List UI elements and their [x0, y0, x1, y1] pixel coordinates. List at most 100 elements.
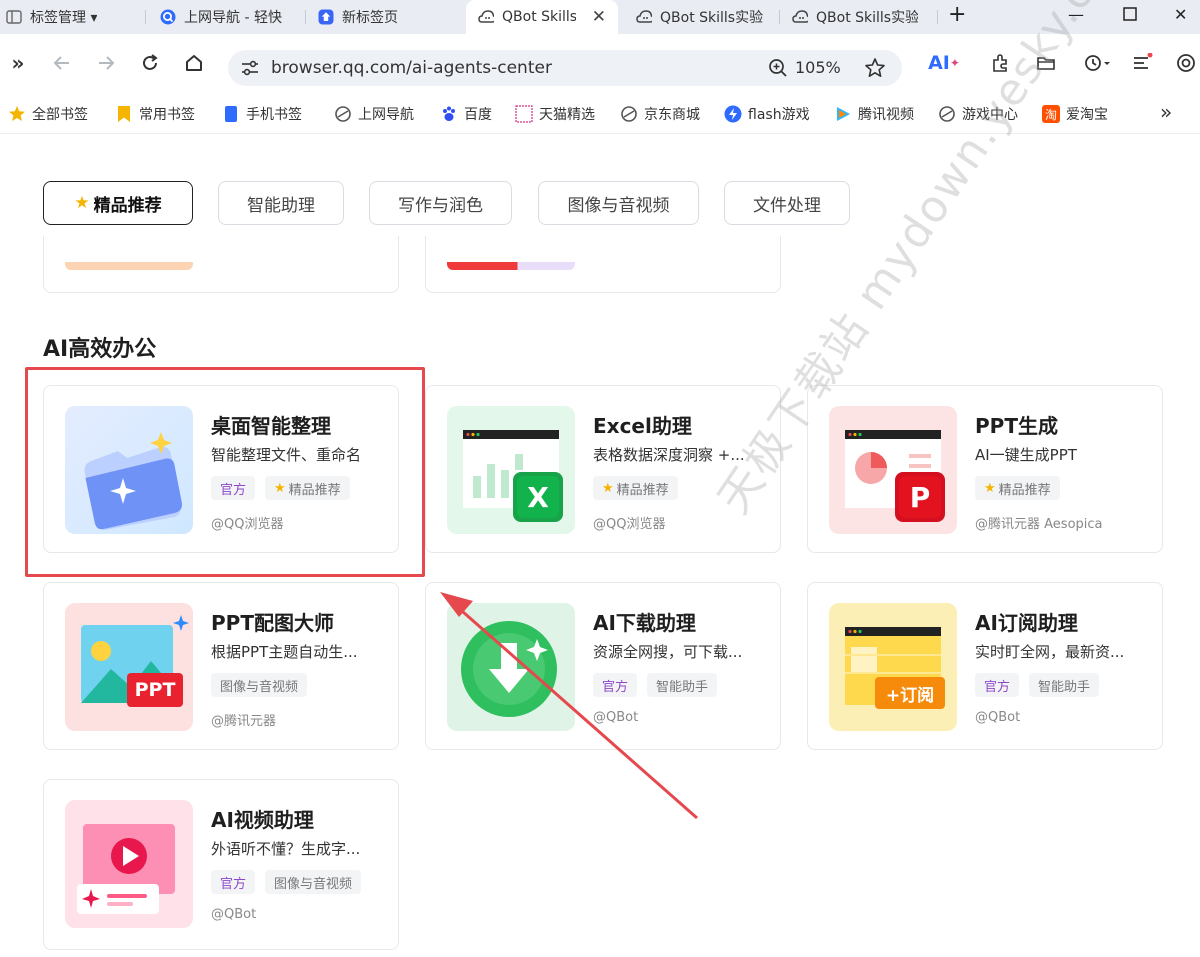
- skill-card[interactable]: AI下载助理资源全网搜，可下载... 官方 智能助手 @QBot: [425, 582, 781, 750]
- bookmark-item[interactable]: 天猫精选: [515, 104, 595, 124]
- previous-card-partial[interactable]: [425, 236, 781, 293]
- more-bookmarks-icon[interactable]: »: [1160, 100, 1172, 124]
- tag-text: 官方: [220, 876, 247, 892]
- flash-icon: [724, 105, 742, 123]
- card-author: @QBot: [211, 907, 257, 922]
- card-description: 资源全网搜，可下载...: [593, 643, 743, 661]
- browser-tab-bar: 标签管理 ▾ 上网导航 - 轻快 新标签页 QBot Skills ✕ QBot…: [0, 0, 1200, 34]
- card-author: @QBot: [975, 710, 1021, 725]
- bookmark-item[interactable]: 淘爱淘宝: [1042, 104, 1108, 124]
- card-description: 实时盯全网，最新资...: [975, 643, 1125, 661]
- bookmark-label: 常用书签: [139, 107, 195, 123]
- bookmark-item[interactable]: 常用书签: [115, 104, 195, 124]
- category-label: 智能助理: [247, 195, 315, 216]
- tmall-icon: [515, 105, 533, 123]
- tag-badge: 智能助手: [647, 673, 718, 697]
- card-tags: 官方 智能助手: [975, 673, 1100, 697]
- card-tags: 官方 智能助手: [593, 673, 718, 697]
- bookmark-item[interactable]: 全部书签: [8, 104, 88, 124]
- new-tab-icon: [318, 9, 334, 25]
- maximize-icon[interactable]: [1123, 6, 1137, 25]
- qbot-icon: [636, 9, 652, 25]
- menu-icon[interactable]: [1130, 51, 1154, 75]
- tab-manager-icon: [6, 9, 22, 25]
- skill-card[interactable]: PPT PPT配图大师 根据PPT主题自动生... 图像与音视频 @腾讯元器: [43, 582, 399, 750]
- tencent-video-icon: [834, 105, 852, 123]
- bookmark-star-icon[interactable]: [864, 57, 886, 83]
- category-featured[interactable]: ★ 精品推荐: [43, 181, 193, 225]
- refresh-icon[interactable]: [138, 51, 162, 75]
- category-files[interactable]: 文件处理: [724, 181, 850, 225]
- bookmark-icon: [115, 105, 133, 123]
- star-icon: ★: [984, 480, 996, 496]
- tag-text: 图像与音视频: [220, 679, 299, 695]
- previous-card-partial[interactable]: [43, 236, 399, 293]
- zoom-icon[interactable]: [768, 58, 788, 82]
- tab-manager[interactable]: 标签管理 ▾: [6, 0, 136, 34]
- tab-qbot[interactable]: QBot Skills实验: [636, 0, 776, 34]
- tag-badge: 智能助手: [1029, 673, 1100, 697]
- category-label: 文件处理: [753, 195, 821, 216]
- card-title: PPT生成: [975, 414, 1058, 438]
- card-title: AI视频助理: [211, 808, 314, 832]
- q-search-icon: [160, 9, 176, 25]
- category-writing[interactable]: 写作与润色: [369, 181, 512, 225]
- tab-navigation[interactable]: 上网导航 - 轻快: [160, 0, 300, 34]
- star-icon: ★: [602, 480, 614, 496]
- sparkle-icon: ✦: [949, 56, 960, 70]
- history-icon[interactable]: [1080, 51, 1114, 75]
- bookmark-item[interactable]: 腾讯视频: [834, 104, 914, 124]
- svg-text:淘: 淘: [1045, 108, 1057, 122]
- skill-card[interactable]: AI视频助理 外语听不懂？生成字... 官方 图像与音视频 @QBot: [43, 779, 399, 950]
- bookmark-item[interactable]: 手机书签: [222, 104, 302, 124]
- skill-card[interactable]: P PPT生成 AI一键生成PPT ★ 精品推荐 @腾讯元器 Aesopica: [807, 385, 1163, 553]
- category-media[interactable]: 图像与音视频: [538, 181, 699, 225]
- sidebar-toggle-icon[interactable]: »: [6, 51, 30, 75]
- card-description: AI一键生成PPT: [975, 446, 1077, 464]
- tab-label: QBot Skills: [502, 9, 576, 25]
- highlight-box: [25, 367, 425, 577]
- tag-text: 官方: [984, 679, 1011, 695]
- account-avatar-icon[interactable]: [1174, 51, 1198, 75]
- url-text[interactable]: browser.qq.com/ai-agents-center: [271, 58, 552, 78]
- bookmark-label: 手机书签: [246, 107, 302, 123]
- tag-badge: ★ 精品推荐: [975, 476, 1060, 500]
- address-bar[interactable]: browser.qq.com/ai-agents-center 105%: [228, 50, 902, 86]
- tab-new-tab[interactable]: 新标签页: [318, 0, 458, 34]
- bookmark-item[interactable]: 上网导航: [334, 104, 414, 124]
- bookmark-item[interactable]: 京东商城: [620, 104, 700, 124]
- tab-label: 标签管理 ▾: [30, 10, 98, 26]
- bookmark-label: flash游戏: [748, 107, 810, 123]
- forward-icon[interactable]: [94, 51, 118, 75]
- card-title: AI下载助理: [593, 611, 696, 635]
- skill-card[interactable]: +订阅 AI订阅助理实时盯全网，最新资... 官方 智能助手 @QBot: [807, 582, 1163, 750]
- card-tags: 官方 图像与音视频: [211, 870, 362, 894]
- tab-label: QBot Skills实验: [816, 10, 918, 26]
- back-icon[interactable]: [50, 51, 74, 75]
- tag-text: 官方: [602, 679, 629, 695]
- qbot-icon: [792, 9, 808, 25]
- category-assistant[interactable]: 智能助理: [218, 181, 344, 225]
- ai-assistant-button[interactable]: AI ✦: [924, 51, 964, 75]
- home-icon[interactable]: [182, 51, 206, 75]
- bookmark-item[interactable]: 百度: [440, 104, 492, 124]
- taobao-icon: 淘: [1042, 105, 1060, 123]
- site-settings-icon[interactable]: [240, 59, 260, 81]
- subscribe-thumbnail-icon: +订阅: [829, 603, 957, 731]
- phone-icon: [222, 105, 240, 123]
- tab-qbot[interactable]: QBot Skills实验: [792, 0, 932, 34]
- card-tags: ★ 精品推荐: [593, 476, 678, 500]
- bookmark-item[interactable]: flash游戏: [724, 104, 810, 124]
- navigation-icon: [334, 105, 352, 123]
- zoom-level[interactable]: 105%: [795, 58, 841, 77]
- close-icon[interactable]: ✕: [592, 7, 606, 27]
- card-author: @QQ浏览器: [593, 517, 666, 532]
- card-title: PPT配图大师: [211, 611, 334, 635]
- window-close-icon[interactable]: ✕: [1174, 5, 1187, 24]
- card-title: Excel助理: [593, 414, 692, 438]
- card-author: @QBot: [593, 710, 639, 725]
- card-title: AI订阅助理: [975, 611, 1078, 635]
- new-tab-plus-icon[interactable]: +: [948, 2, 966, 27]
- tab-qbot-active[interactable]: QBot Skills ✕: [466, 0, 618, 34]
- bookmark-label: 天猫精选: [539, 107, 595, 123]
